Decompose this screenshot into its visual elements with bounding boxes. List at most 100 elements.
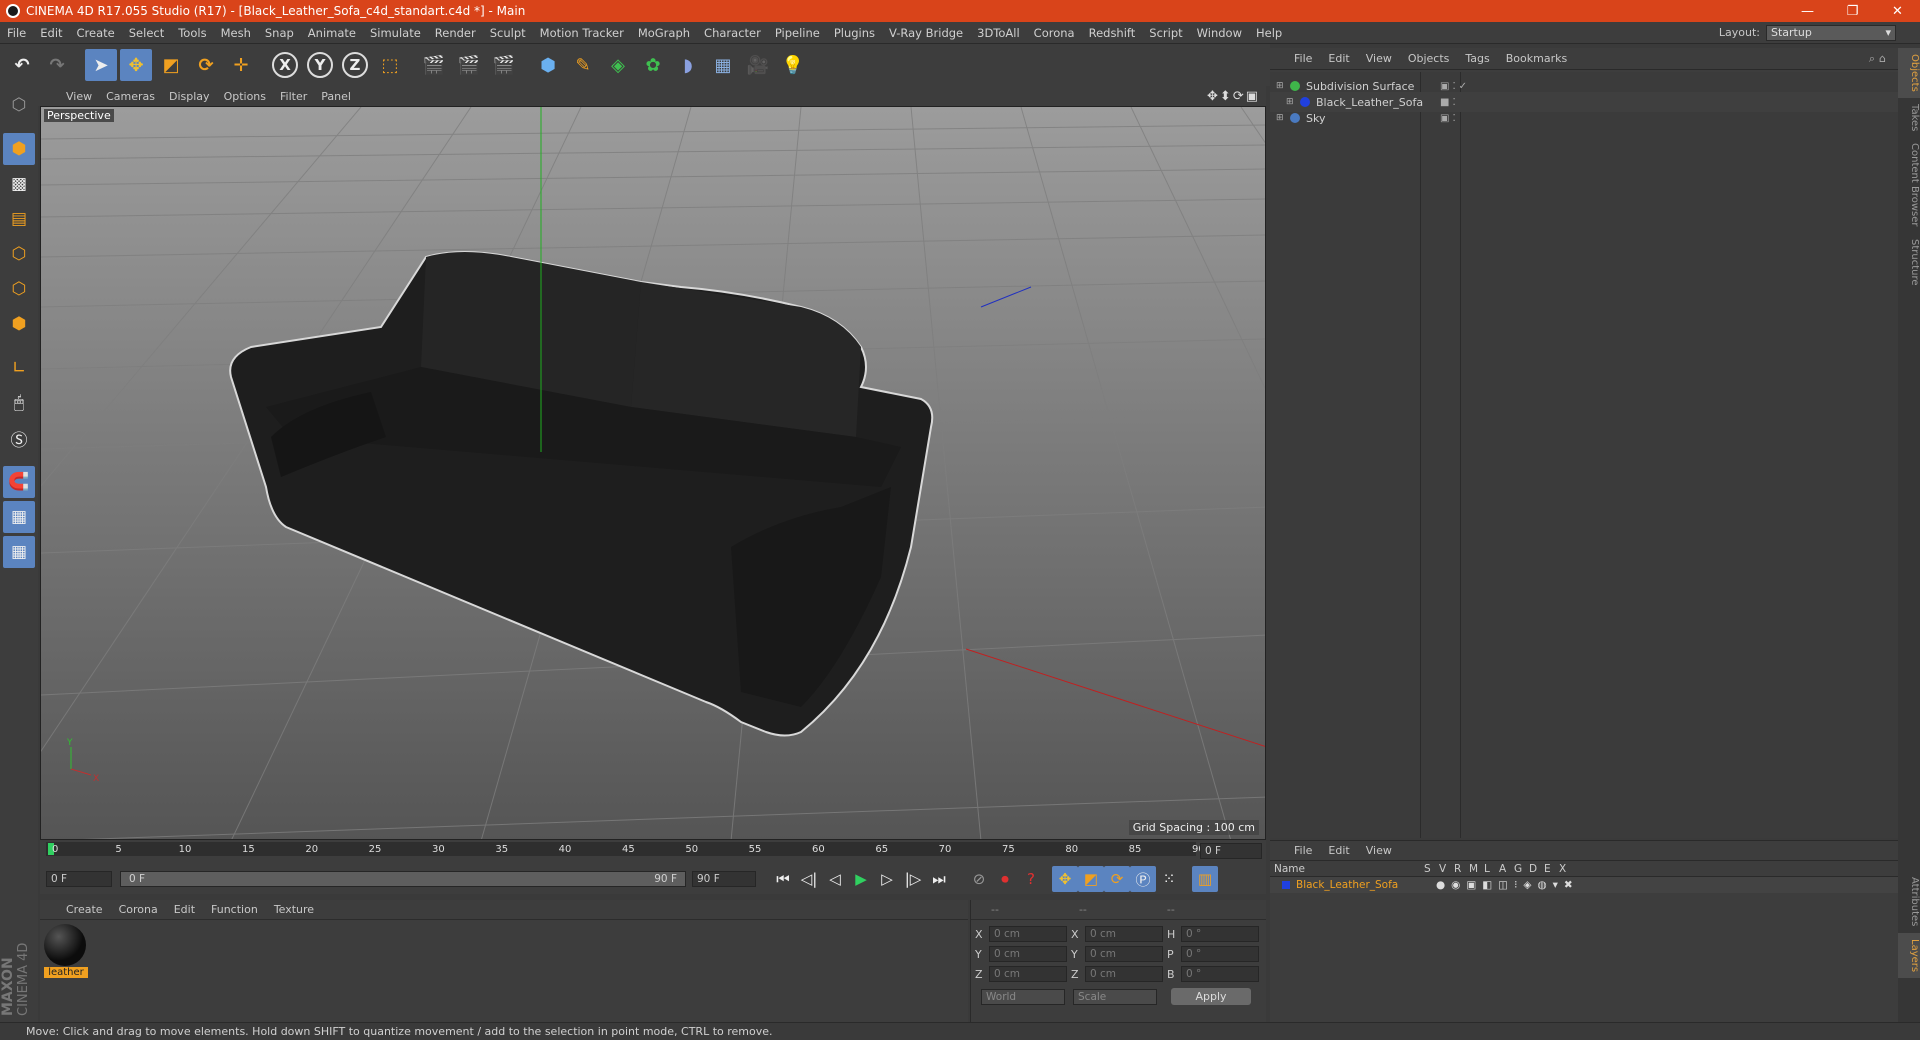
menu-vray-bridge[interactable]: V-Ray Bridge	[882, 26, 970, 40]
coord-value-field[interactable]: 0 °	[1181, 946, 1259, 962]
menu-help[interactable]: Help	[1249, 26, 1289, 40]
tab-attributes[interactable]: Attributes	[1898, 871, 1920, 932]
snapping-icon[interactable]: 🧲	[3, 466, 35, 498]
subdivision-generator-icon[interactable]: ◈	[602, 49, 634, 81]
tweak-mode-icon[interactable]: 🖱	[3, 387, 35, 419]
go-to-end-icon[interactable]: ⏭	[926, 866, 952, 892]
coord-value-field[interactable]: 0 cm	[1085, 966, 1163, 982]
autokey-icon[interactable]: ?	[1018, 866, 1044, 892]
menu-sculpt[interactable]: Sculpt	[483, 26, 533, 40]
maximize-button[interactable]: ❐	[1830, 4, 1875, 19]
undo-icon[interactable]: ↶	[6, 49, 38, 81]
menu-tools[interactable]: Tools	[171, 26, 213, 40]
object-visibility-icons[interactable]: ▣⁚✓	[1440, 81, 1470, 92]
model-mode-icon[interactable]: ⬢	[3, 133, 35, 165]
workplane-mode-icon[interactable]: ▤	[3, 203, 35, 235]
floor-icon[interactable]: ▦	[707, 49, 739, 81]
object-menu-bookmarks[interactable]: Bookmarks	[1506, 52, 1567, 65]
live-move-icon[interactable]: ✛	[225, 49, 257, 81]
apply-button[interactable]: Apply	[1171, 988, 1251, 1005]
object-menu-edit[interactable]: Edit	[1328, 52, 1349, 65]
viewport-menu-cameras[interactable]: Cameras	[106, 90, 155, 103]
object-manager-search-icon[interactable]: ⌕⌂	[1869, 52, 1898, 66]
object-menu-view[interactable]: View	[1366, 52, 1392, 65]
current-frame-field[interactable]: 0 F	[1200, 843, 1262, 859]
coord-value-field[interactable]: 0 cm	[1085, 926, 1163, 942]
workplane-lock-icon[interactable]: ▦	[3, 501, 35, 533]
menu-edit[interactable]: Edit	[33, 26, 69, 40]
menu-create[interactable]: Create	[70, 26, 122, 40]
viewport-navigation-icons[interactable]: ✥⬍⟳▣	[1207, 89, 1266, 104]
menu-corona[interactable]: Corona	[1027, 26, 1082, 40]
menu-redshift[interactable]: Redshift	[1082, 26, 1143, 40]
menu-select[interactable]: Select	[122, 26, 171, 40]
coord-size-mode-select[interactable]: Scale	[1073, 988, 1157, 1005]
perspective-viewport[interactable]: Y X Perspective Grid Spacing : 100 cm	[40, 106, 1266, 840]
key-scale-icon[interactable]: ◩	[1078, 866, 1104, 892]
next-frame-icon[interactable]: ▷	[874, 866, 900, 892]
expand-toggle-icon[interactable]: ⊞	[1286, 97, 1298, 107]
layer-name[interactable]: Black_Leather_Sofa	[1296, 879, 1436, 891]
coordinate-system-icon[interactable]: ⬚	[374, 49, 406, 81]
texture-mode-icon[interactable]: ▩	[3, 168, 35, 200]
material-menu-edit[interactable]: Edit	[174, 903, 195, 916]
layer-row[interactable]: Black_Leather_Sofa ●◉▣◧◫⁝◈◍▾✖	[1270, 877, 1898, 893]
end-frame-field[interactable]: 90 F	[692, 871, 756, 887]
menu-render[interactable]: Render	[428, 26, 483, 40]
layer-menu-view[interactable]: View	[1366, 844, 1392, 857]
polygons-mode-icon[interactable]: ⬢	[3, 308, 35, 340]
viewport-menu-view[interactable]: View	[66, 90, 92, 103]
keyframe-selection-icon[interactable]: ⊘	[966, 866, 992, 892]
key-parameter-icon[interactable]: Ⓟ	[1130, 866, 1156, 892]
object-menu-tags[interactable]: Tags	[1465, 52, 1489, 65]
layer-menu-file[interactable]: File	[1294, 844, 1312, 857]
tab-layers[interactable]: Layers	[1898, 932, 1920, 978]
next-key-icon[interactable]: |▷	[900, 866, 926, 892]
layer-toggle-icons[interactable]: ●◉▣◧◫⁝◈◍▾✖	[1436, 879, 1579, 891]
tab-takes[interactable]: Takes	[1898, 98, 1920, 137]
object-row[interactable]: ⊞ Sky ▣⁚	[1270, 108, 1898, 128]
make-editable-icon[interactable]: ⬡	[3, 89, 35, 121]
menu-simulate[interactable]: Simulate	[363, 26, 428, 40]
y-axis-lock-button[interactable]: Y	[304, 49, 336, 81]
pen-spline-icon[interactable]: ✎	[567, 49, 599, 81]
menu-animate[interactable]: Animate	[301, 26, 363, 40]
expand-toggle-icon[interactable]: ⊞	[1276, 113, 1288, 123]
timeline-window-icon[interactable]: ▥	[1192, 866, 1218, 892]
coord-value-field[interactable]: 0 cm	[989, 926, 1067, 942]
object-name[interactable]: Black_Leather_Sofa	[1316, 96, 1436, 109]
cube-primitive-icon[interactable]: ⬢	[532, 49, 564, 81]
go-to-start-icon[interactable]: ⏮	[770, 866, 796, 892]
array-generator-icon[interactable]: ✿	[637, 49, 669, 81]
edges-mode-icon[interactable]: ⬡	[3, 273, 35, 305]
viewport-menu-panel[interactable]: Panel	[321, 90, 351, 103]
deformer-icon[interactable]: ◗	[672, 49, 704, 81]
points-mode-icon[interactable]: ⬡	[3, 238, 35, 270]
menu-snap[interactable]: Snap	[258, 26, 301, 40]
material-swatch-leather[interactable]: leather	[44, 924, 88, 978]
viewport-menu-filter[interactable]: Filter	[280, 90, 307, 103]
layout-select[interactable]: Startup	[1766, 24, 1896, 41]
object-visibility-icons[interactable]: ▣⁚	[1440, 113, 1459, 124]
timeline-ruler[interactable]: 0 5 10 15 20 25 30 35 40 45 50 55 60 65 70 75 80 85 90 0 F	[40, 840, 1266, 864]
coord-value-field[interactable]: 0 °	[1181, 926, 1259, 942]
rotate-icon[interactable]: ⟳	[190, 49, 222, 81]
light-icon[interactable]: 💡	[777, 49, 809, 81]
coord-value-field[interactable]: 0 cm	[989, 966, 1067, 982]
render-picture-viewer-icon[interactable]: 🎬	[453, 49, 485, 81]
z-axis-lock-button[interactable]: Z	[339, 49, 371, 81]
key-position-icon[interactable]: ✥	[1052, 866, 1078, 892]
coord-value-field[interactable]: 0 cm	[1085, 946, 1163, 962]
object-visibility-icons[interactable]: ■⁚	[1440, 97, 1459, 108]
viewport-menu-options[interactable]: Options	[224, 90, 266, 103]
menu-window[interactable]: Window	[1190, 26, 1249, 40]
menu-pipeline[interactable]: Pipeline	[768, 26, 827, 40]
menu-mesh[interactable]: Mesh	[214, 26, 258, 40]
record-active-icon[interactable]: ⏺	[992, 866, 1018, 892]
object-name[interactable]: Sky	[1306, 112, 1436, 125]
material-menu-corona[interactable]: Corona	[119, 903, 158, 916]
play-icon[interactable]: ▶	[848, 866, 874, 892]
select-arrow-icon[interactable]: ➤	[85, 49, 117, 81]
key-point-level-icon[interactable]: ⁙	[1156, 866, 1182, 892]
camera-icon[interactable]: 🎥	[742, 49, 774, 81]
